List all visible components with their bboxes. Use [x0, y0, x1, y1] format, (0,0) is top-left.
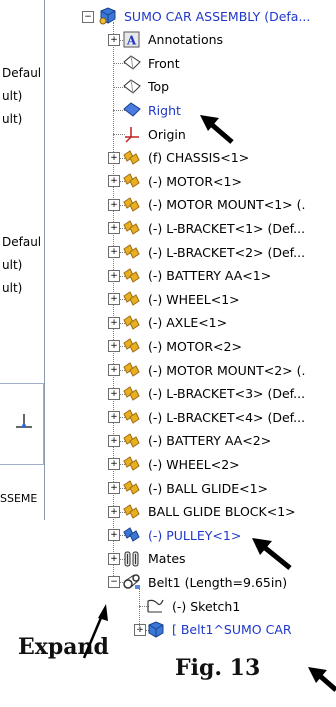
arrow-pulley-icon [252, 538, 292, 570]
arrow-subassembly-icon [308, 667, 336, 692]
arrow-right-plane-icon [200, 115, 234, 144]
annotation-arrows [82, 115, 336, 692]
expand-arrow-icon [82, 604, 108, 659]
